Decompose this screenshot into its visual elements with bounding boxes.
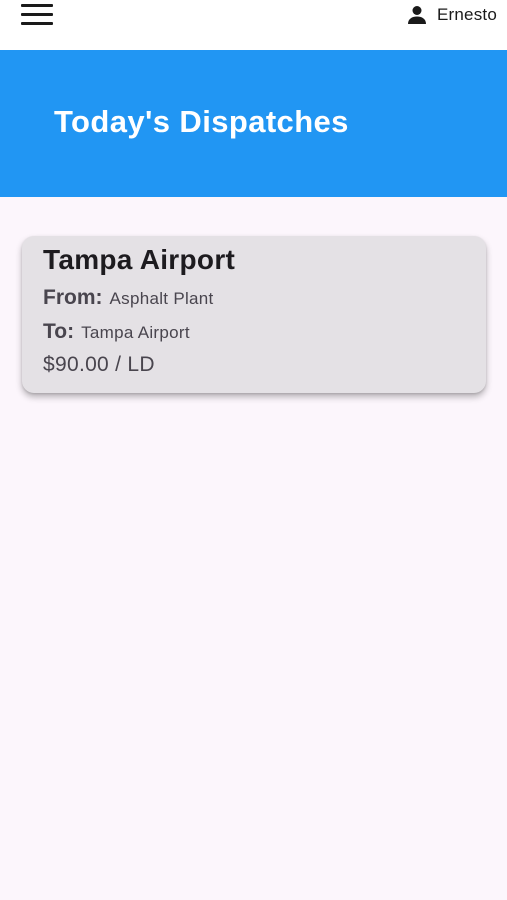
from-value: Asphalt Plant — [109, 289, 214, 308]
dispatch-to-row: To: Tampa Airport — [43, 320, 190, 344]
menu-button[interactable] — [18, 0, 56, 30]
top-app-bar: Ernesto — [0, 0, 507, 50]
user-account-button[interactable]: Ernesto — [405, 2, 497, 28]
to-label: To: — [43, 320, 75, 343]
page-header-banner: Today's Dispatches — [0, 50, 507, 197]
person-icon — [408, 6, 426, 24]
from-label: From: — [43, 286, 103, 309]
page-title: Today's Dispatches — [54, 104, 349, 139]
user-name: Ernesto — [437, 5, 497, 24]
dispatch-title: Tampa Airport — [43, 244, 236, 275]
to-value: Tampa Airport — [81, 323, 190, 342]
dispatch-from-row: From: Asphalt Plant — [43, 286, 214, 310]
dispatch-card[interactable]: Tampa Airport From: Asphalt Plant To: Ta… — [22, 236, 486, 393]
dispatch-rate: $90.00 / LD — [43, 353, 155, 376]
